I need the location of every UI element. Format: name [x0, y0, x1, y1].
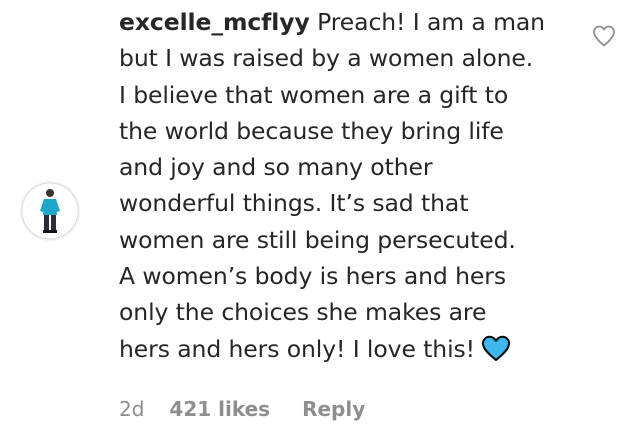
comment-line: excelle_mcflyy Preach! I am a man — [119, 4, 581, 40]
username-link[interactable]: excelle_mcflyy — [119, 8, 310, 36]
avatar[interactable] — [20, 181, 80, 241]
comment-text: I believe that women are a gift to — [119, 80, 509, 109]
comment-text: and joy and so many other — [119, 153, 433, 182]
comment-text: Preach! I am a man — [317, 8, 545, 36]
comment-line: hers and hers only! I love this! — [119, 331, 581, 372]
comment-meta: 2d 421 likes Reply — [119, 394, 365, 424]
comment-text: but I was raised by a women alone. — [119, 44, 534, 73]
likes-count-button[interactable]: 421 likes — [169, 397, 270, 421]
reply-button[interactable]: Reply — [302, 397, 365, 421]
comment-text: the world because they bring life — [119, 116, 504, 145]
like-heart-icon[interactable] — [591, 23, 617, 49]
comment-text: A women’s body is hers and hers — [119, 262, 506, 291]
comment-text: hers and hers only! I love this! — [119, 334, 475, 363]
comment-text: only the choices she makes are — [119, 298, 487, 327]
comment-text: women are still being persecuted. — [119, 225, 516, 254]
timestamp[interactable]: 2d — [119, 397, 144, 421]
comment: excelle_mcflyy Preach! I am a man but I … — [0, 0, 642, 433]
avatar-image — [20, 181, 80, 241]
comment-text: wonderful things. It’s sad that — [119, 189, 469, 218]
blue-heart-icon — [481, 335, 511, 372]
comment-body: excelle_mcflyy Preach! I am a man but I … — [119, 4, 581, 372]
